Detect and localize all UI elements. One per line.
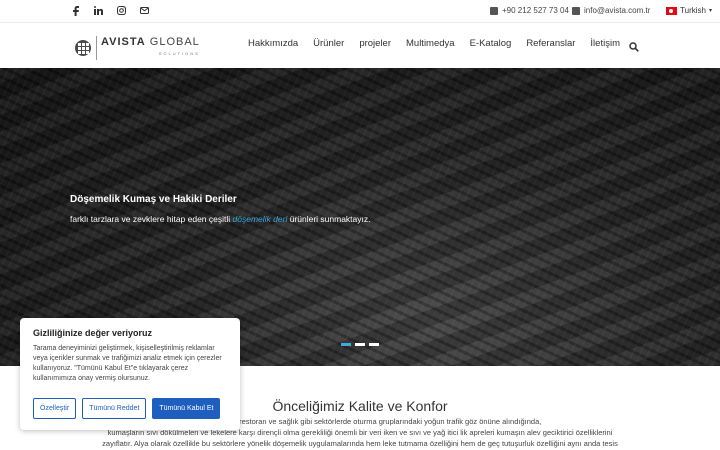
chevron-down-icon: ▾ bbox=[708, 8, 712, 14]
nav-item-multimedya[interactable]: Multimedya bbox=[406, 38, 455, 49]
site-header: AVISTA GLOBAL SOLUTIONS Hakkımızda Ürünl… bbox=[0, 23, 720, 68]
section-line: zayıflatır. Alya olarak özellikle bu sek… bbox=[102, 439, 618, 448]
search-icon[interactable] bbox=[629, 39, 639, 52]
hero-text-start: farklı tarzlara ve zevklere hitap eden ç… bbox=[70, 214, 233, 224]
logo[interactable]: AVISTA GLOBAL SOLUTIONS bbox=[75, 36, 200, 60]
cookie-text: Tarama deneyiminizi geliştirmek, kişisel… bbox=[33, 345, 222, 382]
hero-highlight: döşemelik deri bbox=[232, 214, 288, 224]
mail-icon[interactable] bbox=[139, 5, 150, 16]
language-selector[interactable]: Turkish ▾ bbox=[666, 6, 712, 15]
nav-item-hakkimizda[interactable]: Hakkımızda bbox=[248, 38, 298, 49]
logo-main: AVISTA bbox=[101, 36, 146, 48]
slide-dot-1[interactable] bbox=[341, 343, 351, 346]
top-bar: +90 212 527 73 04 info@avista.com.tr Tur… bbox=[0, 0, 720, 23]
turkey-flag-icon bbox=[666, 6, 678, 15]
phone-contact[interactable]: +90 212 527 73 04 bbox=[490, 6, 569, 15]
nav-item-iletisim[interactable]: İletişim bbox=[590, 38, 620, 49]
linkedin-icon[interactable] bbox=[93, 5, 104, 16]
hero-title: Döşemelik Kumaş ve Hakiki Deriler bbox=[70, 194, 237, 205]
logo-second: GLOBAL bbox=[149, 36, 200, 48]
instagram-icon[interactable] bbox=[116, 5, 127, 16]
nav-item-urunler[interactable]: Ürünler bbox=[313, 38, 344, 49]
email-contact[interactable]: info@avista.com.tr bbox=[572, 6, 650, 15]
email-icon bbox=[572, 6, 580, 15]
language-label: Turkish bbox=[680, 6, 706, 15]
nav-item-referanslar[interactable]: Referanslar bbox=[526, 38, 575, 49]
cookie-banner: Gizliliğinize değer veriyoruz Tarama den… bbox=[20, 318, 240, 430]
hero-text-end: ürünleri sunmaktayız. bbox=[287, 214, 371, 224]
phone-icon bbox=[490, 6, 498, 15]
slide-dot-3[interactable] bbox=[369, 343, 379, 346]
logo-subtitle: SOLUTIONS bbox=[158, 51, 200, 56]
email-address: info@avista.com.tr bbox=[584, 6, 651, 15]
logo-text: AVISTA GLOBAL SOLUTIONS bbox=[96, 36, 200, 60]
main-nav: Hakkımızda Ürünler projeler Multimedya E… bbox=[248, 38, 635, 49]
accept-all-button[interactable]: Tümünü Kabul Et bbox=[152, 398, 221, 419]
customize-button[interactable]: Özelleştir bbox=[33, 398, 77, 419]
cookie-title: Gizliliğinize değer veriyoruz bbox=[33, 328, 153, 338]
logo-icon bbox=[75, 40, 91, 56]
reject-all-button[interactable]: Tümünü Reddet bbox=[82, 398, 147, 419]
nav-item-projeler[interactable]: projeler bbox=[359, 38, 391, 49]
facebook-icon[interactable] bbox=[70, 5, 81, 16]
social-links bbox=[70, 5, 150, 16]
hero-text: farklı tarzlara ve zevklere hitap eden ç… bbox=[70, 214, 371, 224]
nav-item-e-katalog[interactable]: E-Katalog bbox=[470, 38, 512, 49]
phone-number: +90 212 527 73 04 bbox=[502, 6, 569, 15]
slide-dot-2[interactable] bbox=[355, 343, 365, 346]
slider-pagination bbox=[341, 343, 379, 346]
cookie-buttons: Özelleştir Tümünü Reddet Tümünü Kabul Et bbox=[33, 398, 221, 419]
